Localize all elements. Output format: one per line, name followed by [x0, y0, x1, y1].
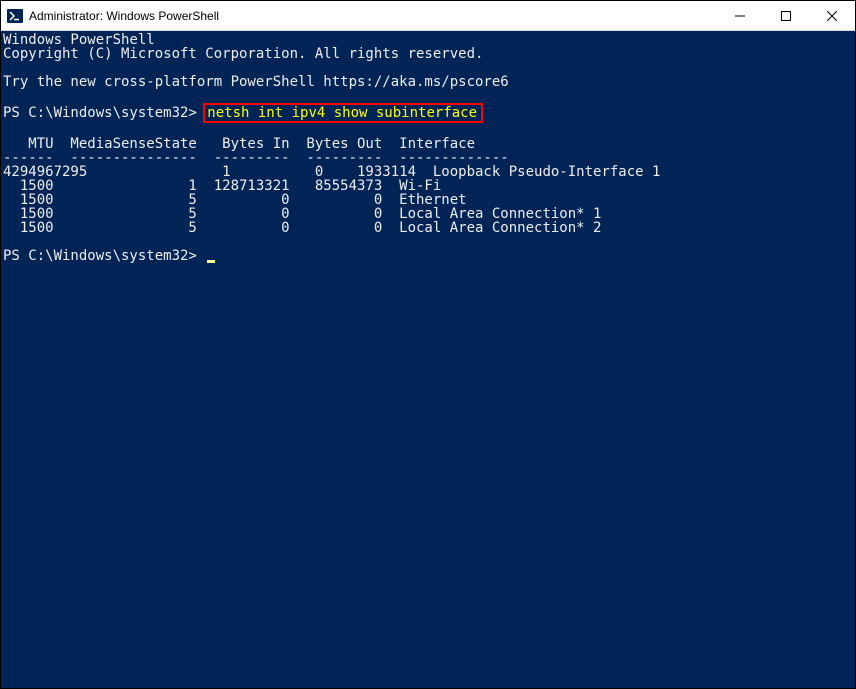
- maximize-button[interactable]: [763, 1, 809, 30]
- table-header: MTU MediaSenseState Bytes In Bytes Out I…: [3, 137, 853, 151]
- table-row: 4294967295 1 0 1933114 Loopback Pseudo-I…: [3, 165, 853, 179]
- table-row: 1500 5 0 0 Local Area Connection* 1: [3, 207, 853, 221]
- tip-line: Try the new cross-platform PowerShell ht…: [3, 75, 853, 89]
- window-title: Administrator: Windows PowerShell: [29, 9, 717, 23]
- table-divider: ------ --------------- --------- -------…: [3, 151, 853, 165]
- table-row: 1500 5 0 0 Local Area Connection* 2: [3, 221, 853, 235]
- window-controls: [717, 1, 855, 30]
- minimize-button[interactable]: [717, 1, 763, 30]
- copyright-line: Copyright (C) Microsoft Corporation. All…: [3, 47, 853, 61]
- powershell-window: Administrator: Windows PowerShell Window…: [0, 0, 856, 689]
- blank-line: [3, 123, 853, 137]
- blank-line: [3, 89, 853, 103]
- blank-line: [3, 235, 853, 249]
- prompt-line-1: PS C:\Windows\system32> netsh int ipv4 s…: [3, 103, 853, 123]
- command-text: netsh int ipv4 show subinterface: [207, 106, 477, 120]
- prompt-prefix: PS C:\Windows\system32>: [3, 105, 205, 121]
- prompt-prefix: PS C:\Windows\system32>: [3, 248, 205, 264]
- terminal-content[interactable]: Windows PowerShellCopyright (C) Microsof…: [1, 31, 855, 688]
- table-row: 1500 1 128713321 85554373 Wi-Fi: [3, 179, 853, 193]
- blank-line: [3, 61, 853, 75]
- powershell-icon: [7, 8, 23, 24]
- banner-line: Windows PowerShell: [3, 33, 853, 47]
- command-highlight-box: netsh int ipv4 show subinterface: [203, 103, 483, 123]
- cursor: [207, 260, 215, 263]
- close-button[interactable]: [809, 1, 855, 30]
- prompt-line-2: PS C:\Windows\system32>: [3, 249, 853, 263]
- table-row: 1500 5 0 0 Ethernet: [3, 193, 853, 207]
- titlebar[interactable]: Administrator: Windows PowerShell: [1, 1, 855, 31]
